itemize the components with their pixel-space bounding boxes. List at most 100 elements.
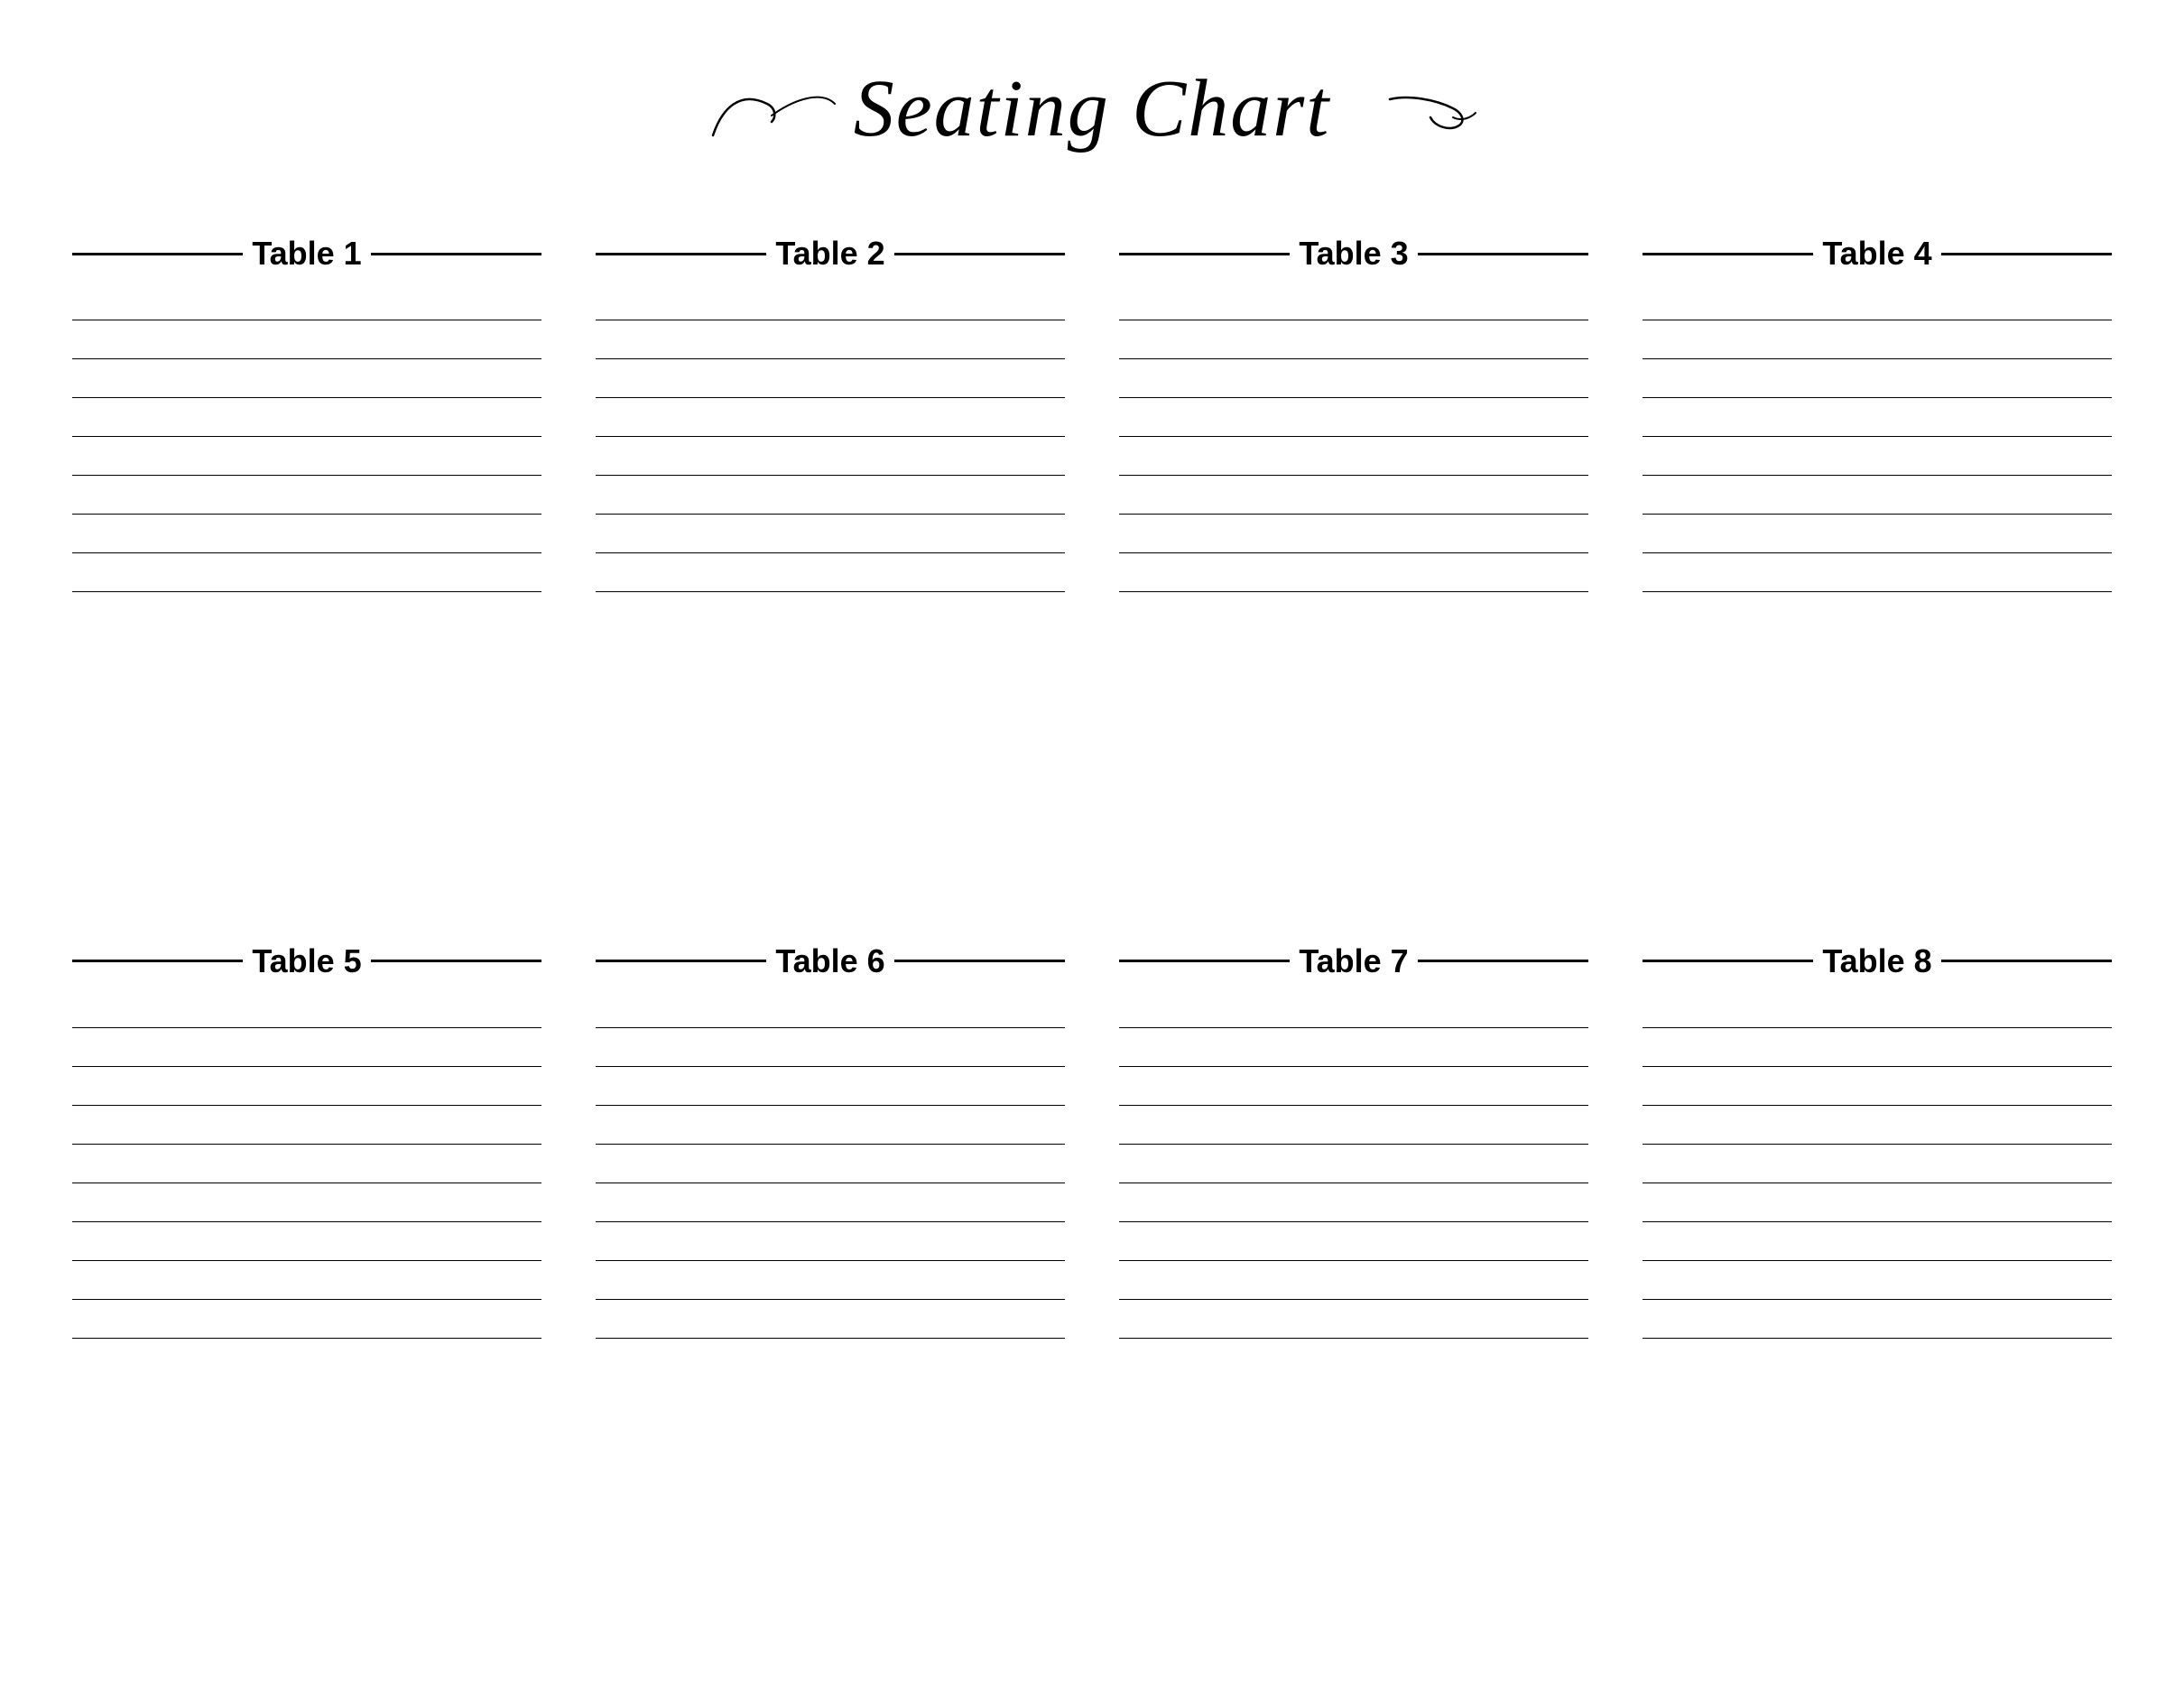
seat-line-1-6 — [72, 514, 541, 515]
seat-line-6-7 — [596, 1260, 1065, 1261]
seat-line-5-9 — [72, 1338, 541, 1339]
seat-line-6-3 — [596, 1105, 1065, 1106]
seat-line-6-8 — [596, 1299, 1065, 1300]
seat-line-5-6 — [72, 1221, 541, 1222]
header-line-right-3 — [1418, 253, 1588, 255]
header-line-right-6 — [894, 960, 1065, 962]
table-header-7: Table 7 — [1119, 942, 1588, 980]
seat-line-3-5 — [1119, 475, 1588, 476]
header-line-left-8 — [1643, 960, 1813, 962]
title-svg: Seating Chart — [686, 36, 1498, 181]
seat-lines-7 — [1119, 989, 1588, 1635]
seat-line-1-8 — [72, 591, 541, 592]
seat-line-6-4 — [596, 1144, 1065, 1145]
table-section-4: Table 4 — [1643, 235, 2112, 888]
seat-line-4-2 — [1643, 358, 2112, 359]
svg-text:Seating Chart: Seating Chart — [854, 64, 1331, 153]
seat-line-1-4 — [72, 436, 541, 437]
header-line-right-4 — [1941, 253, 2112, 255]
table-section-8: Table 8 — [1643, 942, 2112, 1635]
seat-line-8-8 — [1643, 1299, 2112, 1300]
seat-line-6-1 — [596, 1027, 1065, 1028]
tables-grid: Table 1 Table 2 Table 3 Table 4 Table 5 Table… — [72, 235, 2112, 1634]
seat-lines-3 — [1119, 282, 1588, 888]
seat-line-2-3 — [596, 397, 1065, 398]
seat-line-8-4 — [1643, 1144, 2112, 1145]
table-header-3: Table 3 — [1119, 235, 1588, 273]
table-title-1: Table 1 — [243, 235, 370, 273]
seat-line-7-7 — [1119, 1260, 1588, 1261]
seat-line-8-6 — [1643, 1221, 2112, 1222]
seat-line-4-8 — [1643, 591, 2112, 592]
header-line-left-7 — [1119, 960, 1290, 962]
seat-line-5-3 — [72, 1105, 541, 1106]
header-line-left-4 — [1643, 253, 1813, 255]
table-header-5: Table 5 — [72, 942, 541, 980]
header-line-left-3 — [1119, 253, 1290, 255]
seat-line-5-7 — [72, 1260, 541, 1261]
header-line-left-5 — [72, 960, 243, 962]
seat-line-1-5 — [72, 475, 541, 476]
table-title-4: Table 4 — [1813, 235, 1940, 273]
seat-line-5-8 — [72, 1299, 541, 1300]
table-header-6: Table 6 — [596, 942, 1065, 980]
seat-line-1-7 — [72, 552, 541, 553]
table-title-7: Table 7 — [1290, 942, 1417, 980]
table-title-8: Table 8 — [1813, 942, 1940, 980]
table-title-6: Table 6 — [766, 942, 893, 980]
header-line-right-7 — [1418, 960, 1588, 962]
seat-line-7-9 — [1119, 1338, 1588, 1339]
seat-line-8-2 — [1643, 1066, 2112, 1067]
seat-line-5-2 — [72, 1066, 541, 1067]
seat-line-3-6 — [1119, 514, 1588, 515]
table-section-5: Table 5 — [72, 942, 541, 1635]
table-section-2: Table 2 — [596, 235, 1065, 888]
seat-line-7-1 — [1119, 1027, 1588, 1028]
page: Seating Chart Table 1Table 2Table 3Table… — [0, 0, 2184, 1688]
header-line-right-1 — [371, 253, 541, 255]
header-line-left-6 — [596, 960, 766, 962]
seat-line-7-2 — [1119, 1066, 1588, 1067]
header-line-right-2 — [894, 253, 1065, 255]
seat-line-2-4 — [596, 436, 1065, 437]
seat-lines-5 — [72, 989, 541, 1635]
seat-line-8-9 — [1643, 1338, 2112, 1339]
header-line-right-5 — [371, 960, 541, 962]
header-line-left-2 — [596, 253, 766, 255]
seat-line-2-8 — [596, 591, 1065, 592]
seat-lines-6 — [596, 989, 1065, 1635]
seat-line-4-7 — [1643, 552, 2112, 553]
seat-line-4-4 — [1643, 436, 2112, 437]
seat-line-3-2 — [1119, 358, 1588, 359]
seat-line-2-5 — [596, 475, 1065, 476]
seat-line-5-1 — [72, 1027, 541, 1028]
seat-line-2-6 — [596, 514, 1065, 515]
seat-line-7-8 — [1119, 1299, 1588, 1300]
header-line-left-1 — [72, 253, 243, 255]
seat-line-3-8 — [1119, 591, 1588, 592]
seat-line-1-2 — [72, 358, 541, 359]
table-title-3: Table 3 — [1290, 235, 1417, 273]
seat-line-7-4 — [1119, 1144, 1588, 1145]
seat-line-4-5 — [1643, 475, 2112, 476]
seat-line-6-2 — [596, 1066, 1065, 1067]
table-title-2: Table 2 — [766, 235, 893, 273]
header-line-right-8 — [1941, 960, 2112, 962]
seat-lines-4 — [1643, 282, 2112, 888]
seat-lines-8 — [1643, 989, 2112, 1635]
table-section-3: Table 3 — [1119, 235, 1588, 888]
seat-line-3-7 — [1119, 552, 1588, 553]
seat-line-5-4 — [72, 1144, 541, 1145]
seat-line-7-6 — [1119, 1221, 1588, 1222]
seat-line-3-3 — [1119, 397, 1588, 398]
table-title-5: Table 5 — [243, 942, 370, 980]
seat-lines-2 — [596, 282, 1065, 888]
seat-line-2-7 — [596, 552, 1065, 553]
seat-line-2-2 — [596, 358, 1065, 359]
seat-line-1-3 — [72, 397, 541, 398]
table-header-2: Table 2 — [596, 235, 1065, 273]
seat-line-4-6 — [1643, 514, 2112, 515]
seat-lines-1 — [72, 282, 541, 888]
table-header-8: Table 8 — [1643, 942, 2112, 980]
table-section-7: Table 7 — [1119, 942, 1588, 1635]
